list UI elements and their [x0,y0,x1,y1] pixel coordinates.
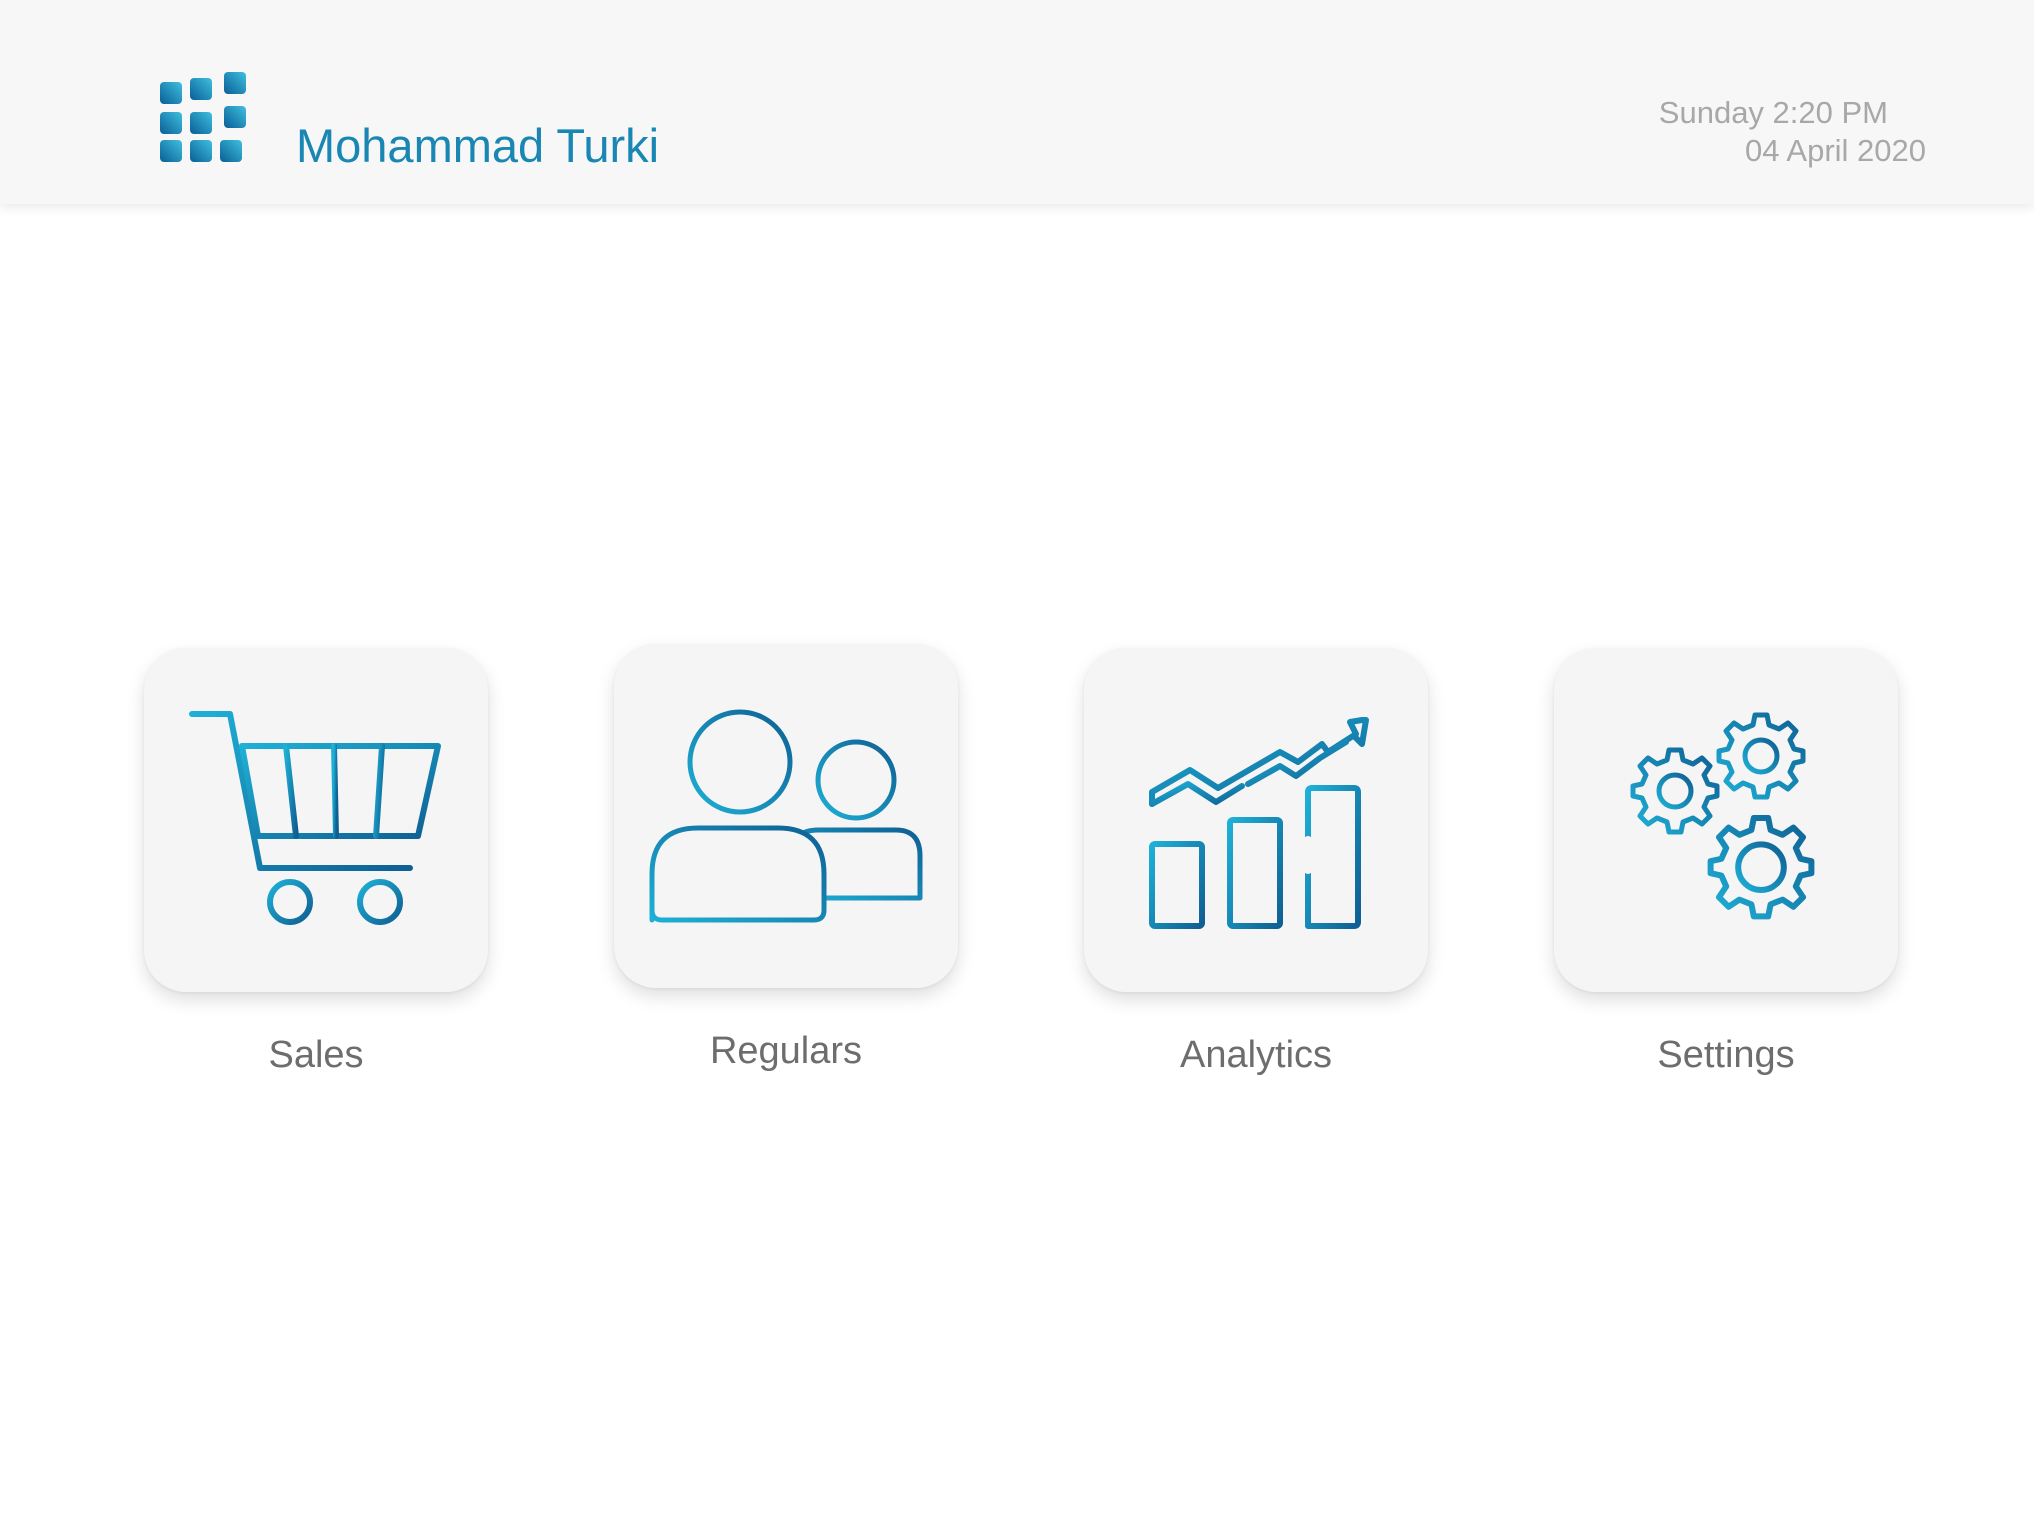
analytics-label[interactable]: Analytics [1084,1034,1428,1077]
settings-label[interactable]: Settings [1554,1034,1898,1077]
regulars-label[interactable]: Regulars [614,1030,958,1073]
settings-tile-button[interactable] [1554,648,1898,992]
growth-chart-icon [1149,717,1369,929]
regulars-tile-button[interactable] [614,644,958,988]
user-name: Mohammad Turki [296,119,660,172]
shopping-cart-icon [189,711,441,925]
analytics-tile-button[interactable] [1084,648,1428,992]
users-icon [649,709,923,923]
day-time-text: Sunday 2:20 PM [1658,95,1888,130]
date-time-display: Sunday 2:20 PM 04 April 2020 [1659,94,1926,170]
gears-icon [1630,712,1815,920]
grid-logo-icon [160,72,246,162]
sales-tile-button[interactable] [144,648,488,992]
top-header: Mohammad Turki Sunday 2:20 PM 04 April 2… [0,0,2034,204]
date-text: 04 April 2020 [1745,133,1926,168]
sales-label[interactable]: Sales [144,1034,488,1077]
